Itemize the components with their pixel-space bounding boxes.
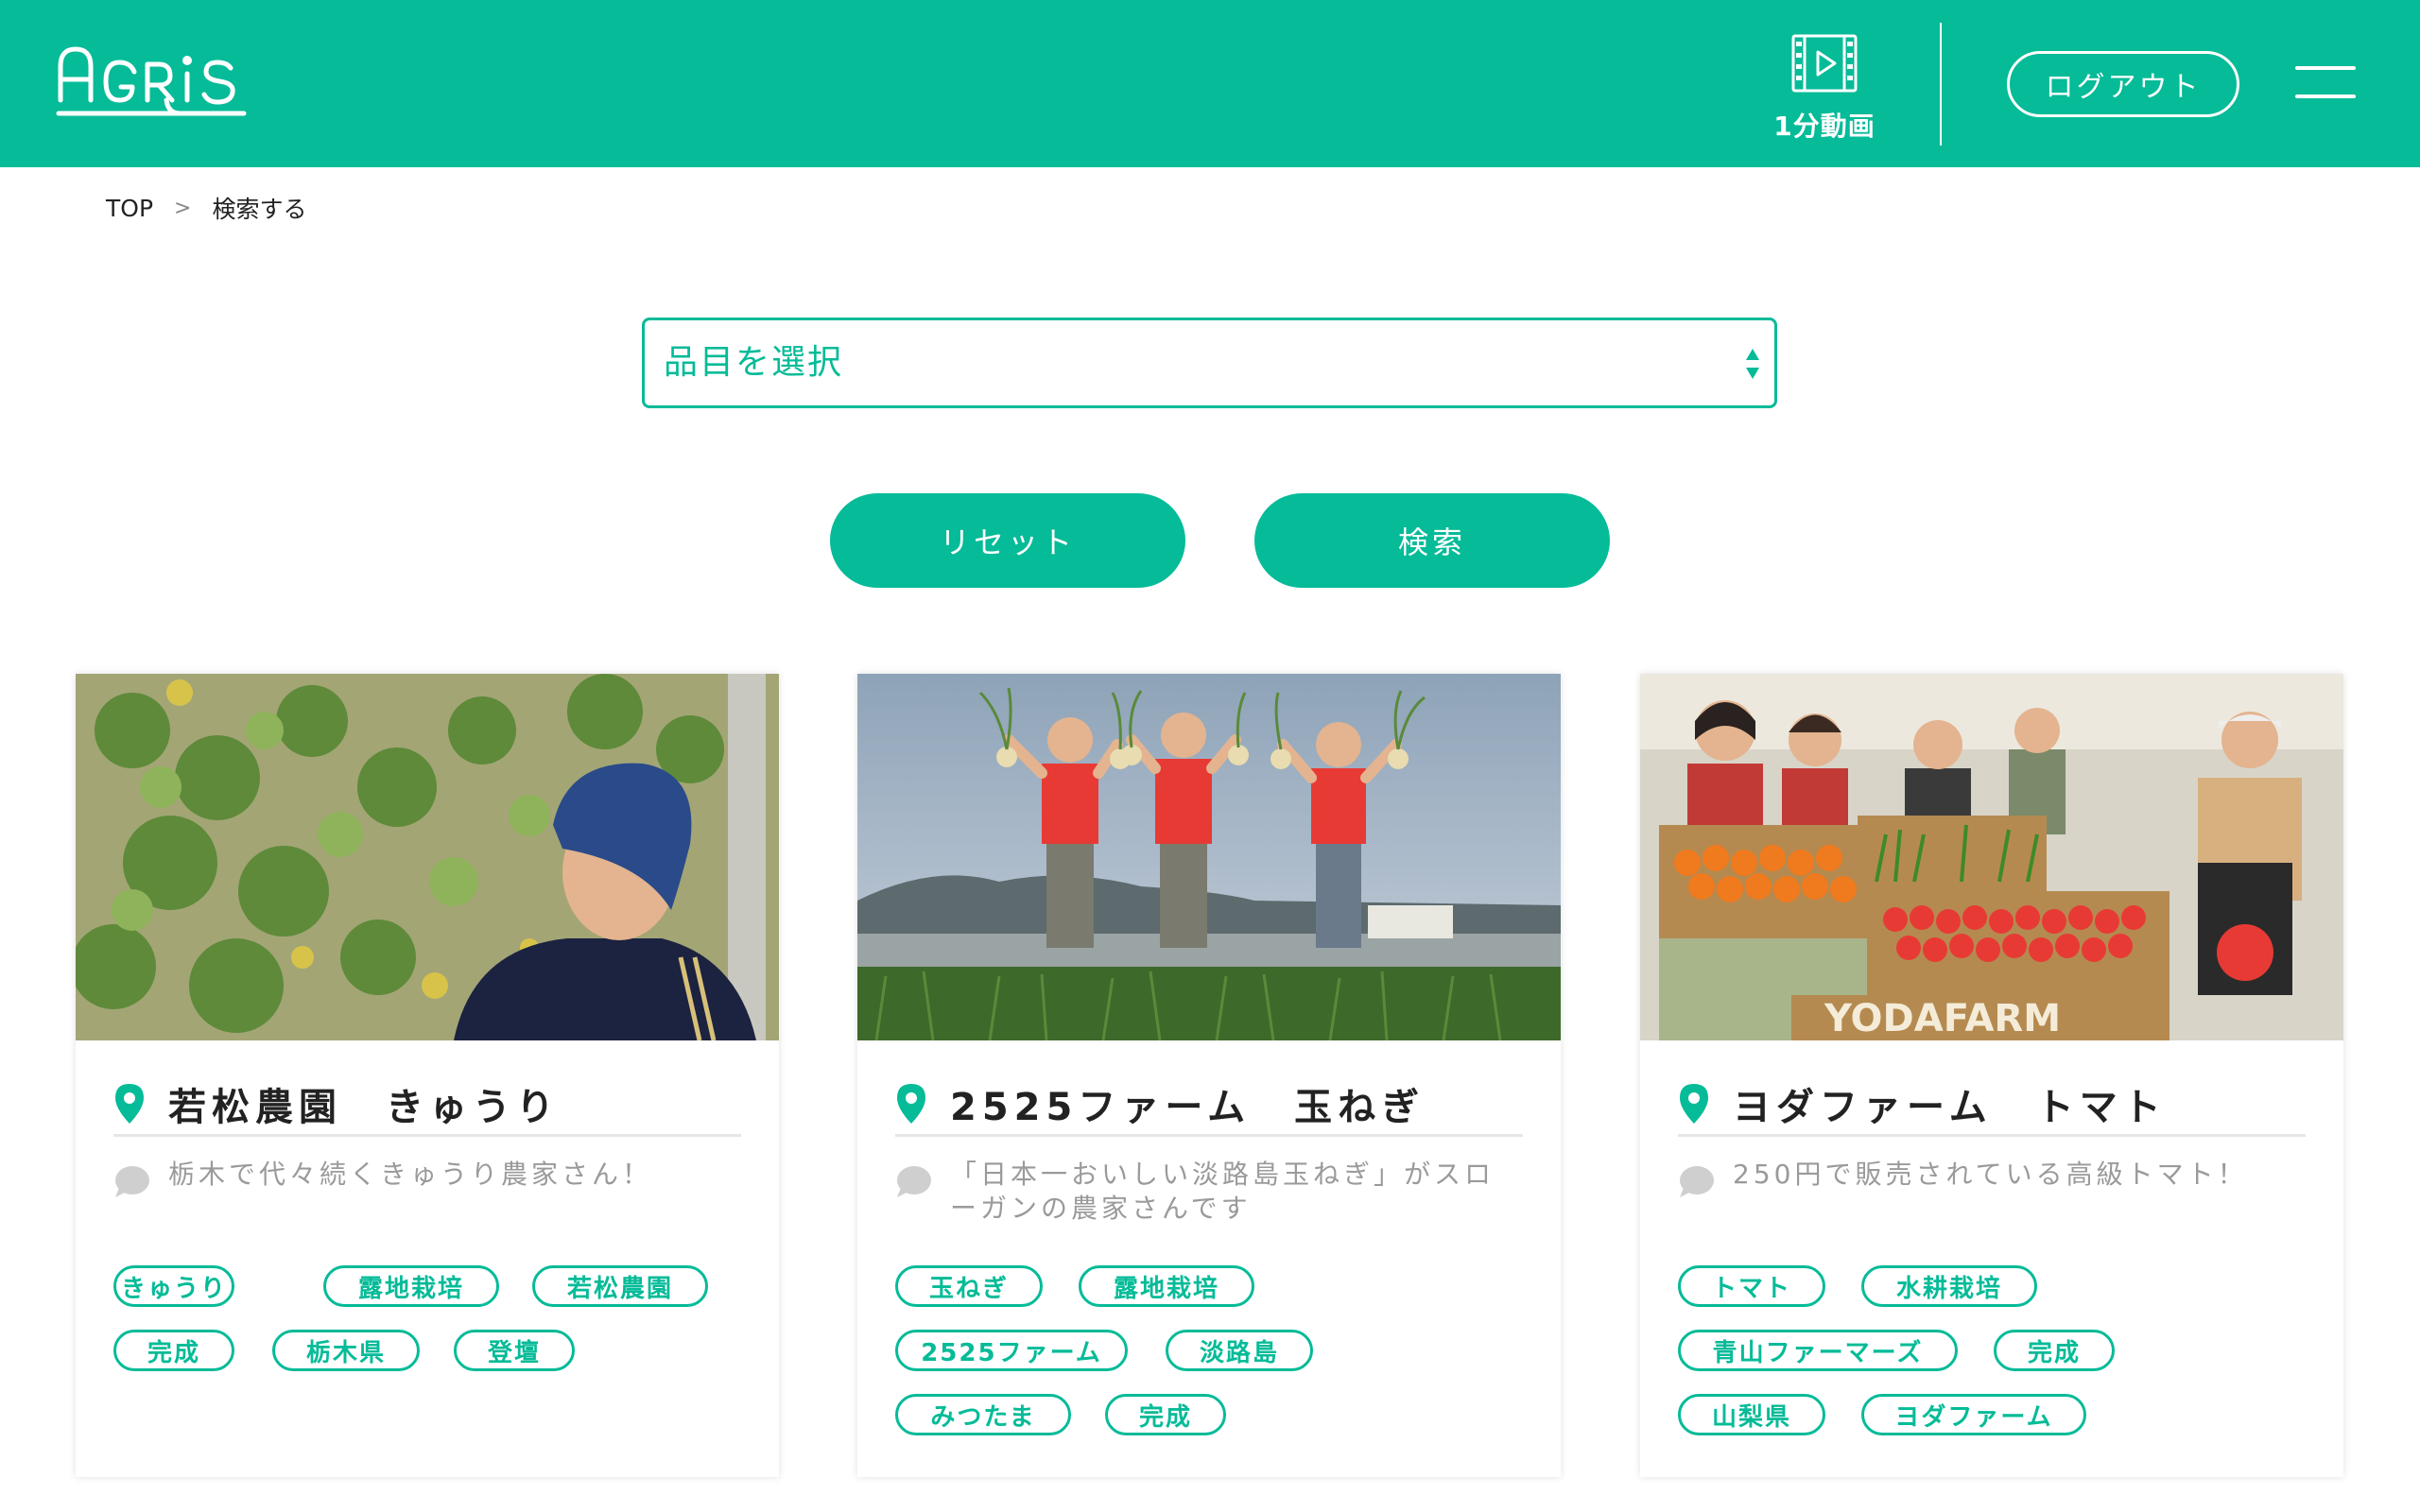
logout-button[interactable]: ログアウト bbox=[2007, 51, 2239, 117]
tag[interactable]: 露地栽培 bbox=[1079, 1265, 1254, 1307]
hamburger-menu-icon[interactable] bbox=[2295, 66, 2356, 100]
card-title: ヨダファーム トマト bbox=[1733, 1086, 2167, 1129]
card-title: 若松農園 きゅうり bbox=[168, 1086, 560, 1129]
tag[interactable]: 淡路島 bbox=[1166, 1330, 1313, 1371]
location-pin-icon bbox=[897, 1084, 925, 1124]
card-photo-onion-farmers bbox=[857, 674, 1561, 1040]
breadcrumb-home-link[interactable]: TOP bbox=[106, 195, 153, 222]
speech-bubble-icon bbox=[1680, 1166, 1714, 1197]
reset-button[interactable]: リセット bbox=[830, 493, 1185, 588]
tag[interactable]: 水耕栽培 bbox=[1861, 1265, 2037, 1307]
item-select-value: 品目を選択 bbox=[664, 343, 844, 382]
tag[interactable]: 若松農園 bbox=[532, 1265, 708, 1307]
agris-logo[interactable] bbox=[55, 38, 250, 121]
farm-card[interactable]: 2525ファーム 玉ねぎ 「日本一おいしい淡路島玉ねぎ」がスローガンの農家さんで… bbox=[857, 674, 1561, 1477]
tag[interactable]: 完成 bbox=[113, 1330, 234, 1371]
card-title-row: ヨダファーム トマト bbox=[1678, 1071, 2306, 1137]
farm-card[interactable]: 若松農園 きゅうり 栃木で代々続くきゅうり農家さん！ きゅうり 露地栽培 若松農… bbox=[76, 674, 779, 1477]
location-pin-icon bbox=[115, 1084, 144, 1124]
tag[interactable]: 山梨県 bbox=[1678, 1394, 1825, 1435]
card-photo-cucumber-farmer bbox=[76, 674, 779, 1040]
breadcrumb-current: 検索する bbox=[212, 196, 307, 223]
tag[interactable]: みつたま bbox=[895, 1394, 1071, 1435]
tag[interactable]: 青山ファーマーズ bbox=[1678, 1330, 1958, 1371]
tag[interactable]: 登壇 bbox=[454, 1330, 575, 1371]
speech-bubble-icon bbox=[897, 1166, 931, 1197]
photo-sign-text: YODAFARM bbox=[1824, 997, 2061, 1040]
breadcrumb: TOP > 検索する bbox=[106, 191, 306, 225]
farm-card[interactable]: YODAFARM ヨダファーム トマト 250円で販売されている高級トマト！ ト… bbox=[1640, 674, 2343, 1477]
one-minute-video-button[interactable]: 1分動画 bbox=[1758, 34, 1891, 147]
tag[interactable]: 2525ファーム bbox=[895, 1330, 1128, 1371]
card-description: 栃木で代々続くきゅうり農家さん！ bbox=[168, 1159, 653, 1190]
card-title-row: 2525ファーム 玉ねぎ bbox=[895, 1071, 1523, 1137]
video-label: 1分動画 bbox=[1773, 111, 1876, 142]
card-description: 250円で販売されている高級トマト！ bbox=[1733, 1159, 2248, 1190]
tag[interactable]: 完成 bbox=[1994, 1330, 2115, 1371]
tag[interactable]: ヨダファーム bbox=[1861, 1394, 2086, 1435]
item-select[interactable]: 品目を選択 bbox=[642, 318, 1777, 408]
tag[interactable]: 玉ねぎ bbox=[895, 1265, 1043, 1307]
card-title: 2525ファーム 玉ねぎ bbox=[950, 1086, 1426, 1129]
select-updown-icon bbox=[1746, 349, 1759, 379]
tag[interactable]: 栃木県 bbox=[272, 1330, 420, 1371]
card-title-row: 若松農園 きゅうり bbox=[113, 1071, 741, 1137]
speech-bubble-icon bbox=[115, 1166, 149, 1197]
search-button[interactable]: 検索 bbox=[1254, 493, 1610, 588]
header-divider bbox=[1940, 23, 1942, 146]
location-pin-icon bbox=[1680, 1084, 1708, 1124]
tag[interactable]: きゅうり bbox=[113, 1265, 234, 1307]
tag[interactable]: トマト bbox=[1678, 1265, 1825, 1307]
tag[interactable]: 露地栽培 bbox=[323, 1265, 499, 1307]
breadcrumb-separator: > bbox=[174, 196, 192, 220]
film-play-icon bbox=[1791, 34, 1858, 93]
site-header: 1分動画 ログアウト bbox=[0, 0, 2420, 167]
card-photo-tomato-market: YODAFARM bbox=[1640, 674, 2343, 1040]
card-description: 「日本一おいしい淡路島玉ねぎ」がスローガンの農家さんです bbox=[950, 1159, 1495, 1224]
tag[interactable]: 完成 bbox=[1105, 1394, 1226, 1435]
